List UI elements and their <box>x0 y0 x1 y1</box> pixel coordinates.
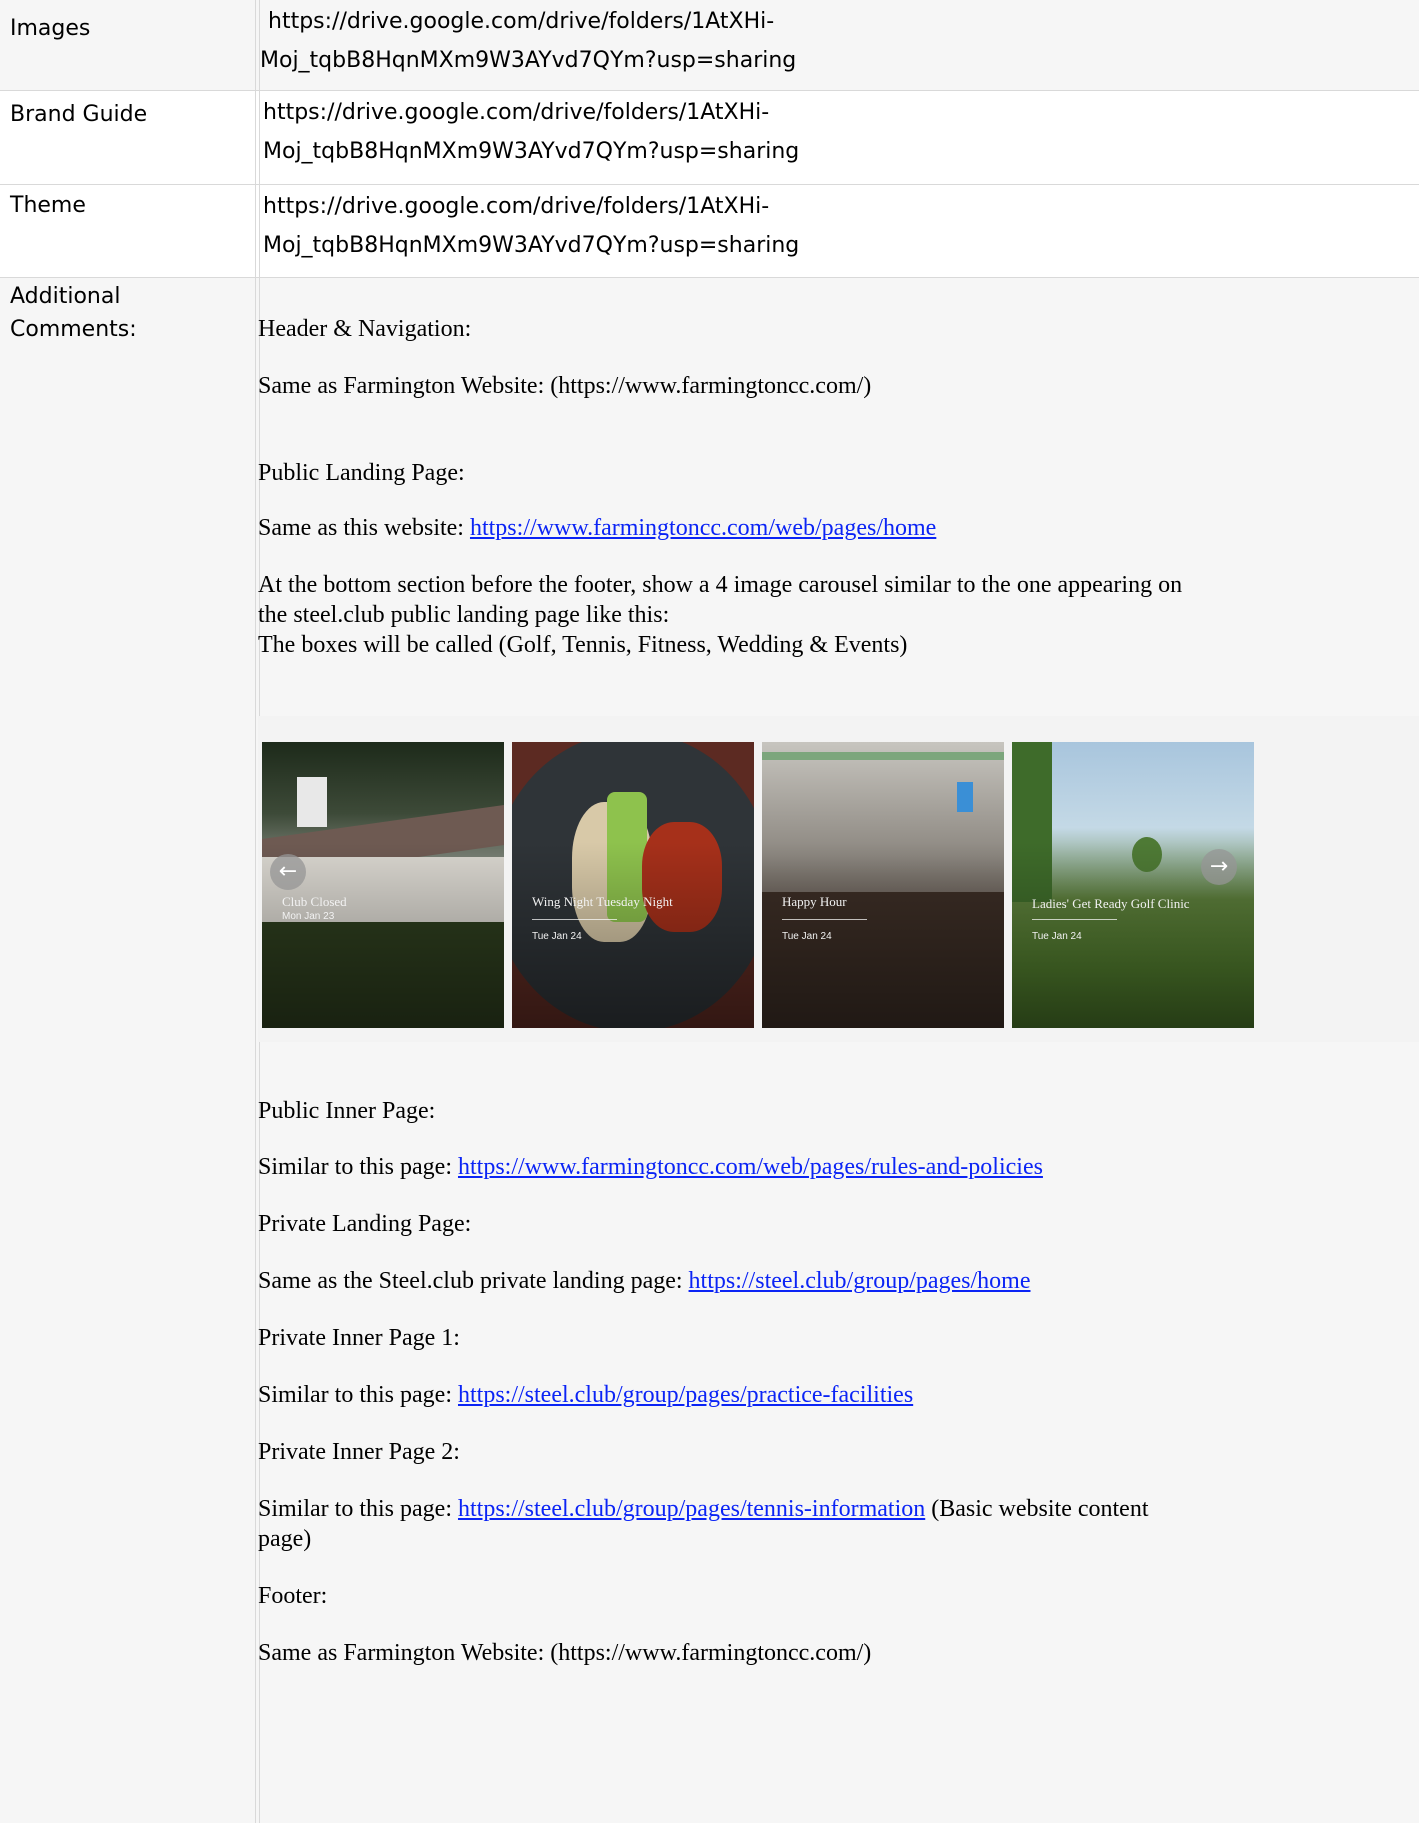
section-text: Same as the Steel.club private landing p… <box>258 1266 1408 1296</box>
row-additional-comments: Additional Comments: Header & Navigation… <box>0 278 1419 1823</box>
card-title: Happy Hour <box>782 894 847 909</box>
requirements-table: Images https://drive.google.com/drive/fo… <box>0 0 1419 1823</box>
card-date: Tue Jan 24 <box>782 931 832 942</box>
intro-line: The boxes will be called (Golf, Tennis, … <box>258 632 908 658</box>
row-brand-guide: Brand Guide https://drive.google.com/dri… <box>0 91 1419 185</box>
intro-line: the steel.club public landing page like … <box>258 602 670 628</box>
section-text: Similar to this page: https://www.farmin… <box>258 1152 1408 1182</box>
value-line[interactable]: https://drive.google.com/drive/folders/1… <box>263 93 1403 132</box>
section-text: Similar to this page: https://steel.club… <box>258 1380 1408 1410</box>
card-rule <box>532 919 617 920</box>
event-carousel: Club Closed Mon Jan 23 Wing Night Tuesda… <box>258 716 1419 1042</box>
text-prefix: Similar to this page: <box>258 1154 458 1180</box>
row-value[interactable]: https://drive.google.com/drive/folders/1… <box>263 93 1403 171</box>
section-heading: Private Inner Page 2: <box>258 1439 460 1465</box>
carousel-card[interactable]: Wing Night Tuesday Night Tue Jan 24 <box>512 742 754 1028</box>
private-inner1-link[interactable]: https://steel.club/group/pages/practice-… <box>458 1382 913 1408</box>
text-suffix: page) <box>258 1526 312 1552</box>
carousel-intro: At the bottom section before the footer,… <box>258 570 1408 660</box>
carousel-card[interactable]: Ladies' Get Ready Golf Clinic Tue Jan 24 <box>1012 742 1254 1028</box>
section-heading: Private Inner Page 1: <box>258 1325 460 1351</box>
section-heading: Private Landing Page: <box>258 1211 472 1237</box>
carousel-next-arrow-icon[interactable]: → <box>1201 849 1237 885</box>
text-prefix: Same as this website: <box>258 515 470 541</box>
label-line: Comments: <box>10 317 137 342</box>
intro-line: At the bottom section before the footer,… <box>258 572 1183 598</box>
section-text: Similar to this page: https://steel.club… <box>258 1494 1408 1554</box>
card-rule <box>1032 919 1117 920</box>
row-theme: Theme https://drive.google.com/drive/fol… <box>0 185 1419 278</box>
card-shade <box>762 742 1004 1028</box>
public-landing-link[interactable]: https://www.farmingtoncc.com/web/pages/h… <box>470 515 936 541</box>
card-date: Tue Jan 24 <box>1032 931 1082 942</box>
card-title: Wing Night Tuesday Night <box>532 894 673 909</box>
row-label: Additional Comments: <box>10 280 240 346</box>
carousel-prev-arrow-icon[interactable]: ← <box>270 854 306 890</box>
column-divider <box>255 91 256 184</box>
section-heading: Public Landing Page: <box>258 460 465 486</box>
card-date: Tue Jan 24 <box>532 931 582 942</box>
card-rule <box>782 919 867 920</box>
row-label: Brand Guide <box>10 102 148 127</box>
row-images: Images https://drive.google.com/drive/fo… <box>0 0 1419 91</box>
row-label: Images <box>10 16 91 41</box>
column-divider <box>255 185 256 277</box>
column-divider <box>259 185 260 277</box>
row-value[interactable]: https://drive.google.com/drive/folders/1… <box>263 187 1403 265</box>
card-shade <box>1012 742 1254 1028</box>
card-title: Ladies' Get Ready Golf Clinic <box>1032 896 1190 911</box>
column-divider <box>255 0 256 90</box>
value-line[interactable]: Moj_tqbB8HqnMXm9W3AYvd7QYm?usp=sharing <box>263 226 1403 265</box>
column-divider <box>259 91 260 184</box>
section-heading: Footer: <box>258 1583 328 1609</box>
card-title: Club Closed <box>282 894 347 909</box>
section-text: Same as this website: https://www.farmin… <box>258 513 1408 543</box>
row-label: Theme <box>10 193 86 218</box>
card-date: Mon Jan 23 <box>282 911 335 922</box>
value-line[interactable]: https://drive.google.com/drive/folders/1… <box>263 187 1403 226</box>
carousel-card[interactable]: Happy Hour Tue Jan 24 <box>762 742 1004 1028</box>
text-prefix: Similar to this page: <box>258 1496 458 1522</box>
value-line[interactable]: https://drive.google.com/drive/folders/1… <box>260 2 1400 41</box>
section-heading: Header & Navigation: <box>258 316 472 342</box>
private-landing-link[interactable]: https://steel.club/group/pages/home <box>689 1268 1031 1294</box>
private-inner2-link[interactable]: https://steel.club/group/pages/tennis-in… <box>458 1496 925 1522</box>
text-suffix: (Basic website content <box>925 1496 1149 1522</box>
value-line[interactable]: Moj_tqbB8HqnMXm9W3AYvd7QYm?usp=sharing <box>260 41 1400 80</box>
label-line: Additional <box>10 284 121 309</box>
value-line[interactable]: Moj_tqbB8HqnMXm9W3AYvd7QYm?usp=sharing <box>263 132 1403 171</box>
text-prefix: Similar to this page: <box>258 1382 458 1408</box>
column-divider <box>255 278 256 1823</box>
row-value[interactable]: https://drive.google.com/drive/folders/1… <box>260 2 1400 80</box>
section-text: Same as Farmington Website: (https://www… <box>258 1640 872 1666</box>
section-heading: Public Inner Page: <box>258 1098 436 1124</box>
text-prefix: Same as the Steel.club private landing p… <box>258 1268 689 1294</box>
public-inner-link[interactable]: https://www.farmingtoncc.com/web/pages/r… <box>458 1154 1043 1180</box>
section-text: Same as Farmington Website: (https://www… <box>258 373 872 399</box>
card-shade <box>512 742 754 1028</box>
